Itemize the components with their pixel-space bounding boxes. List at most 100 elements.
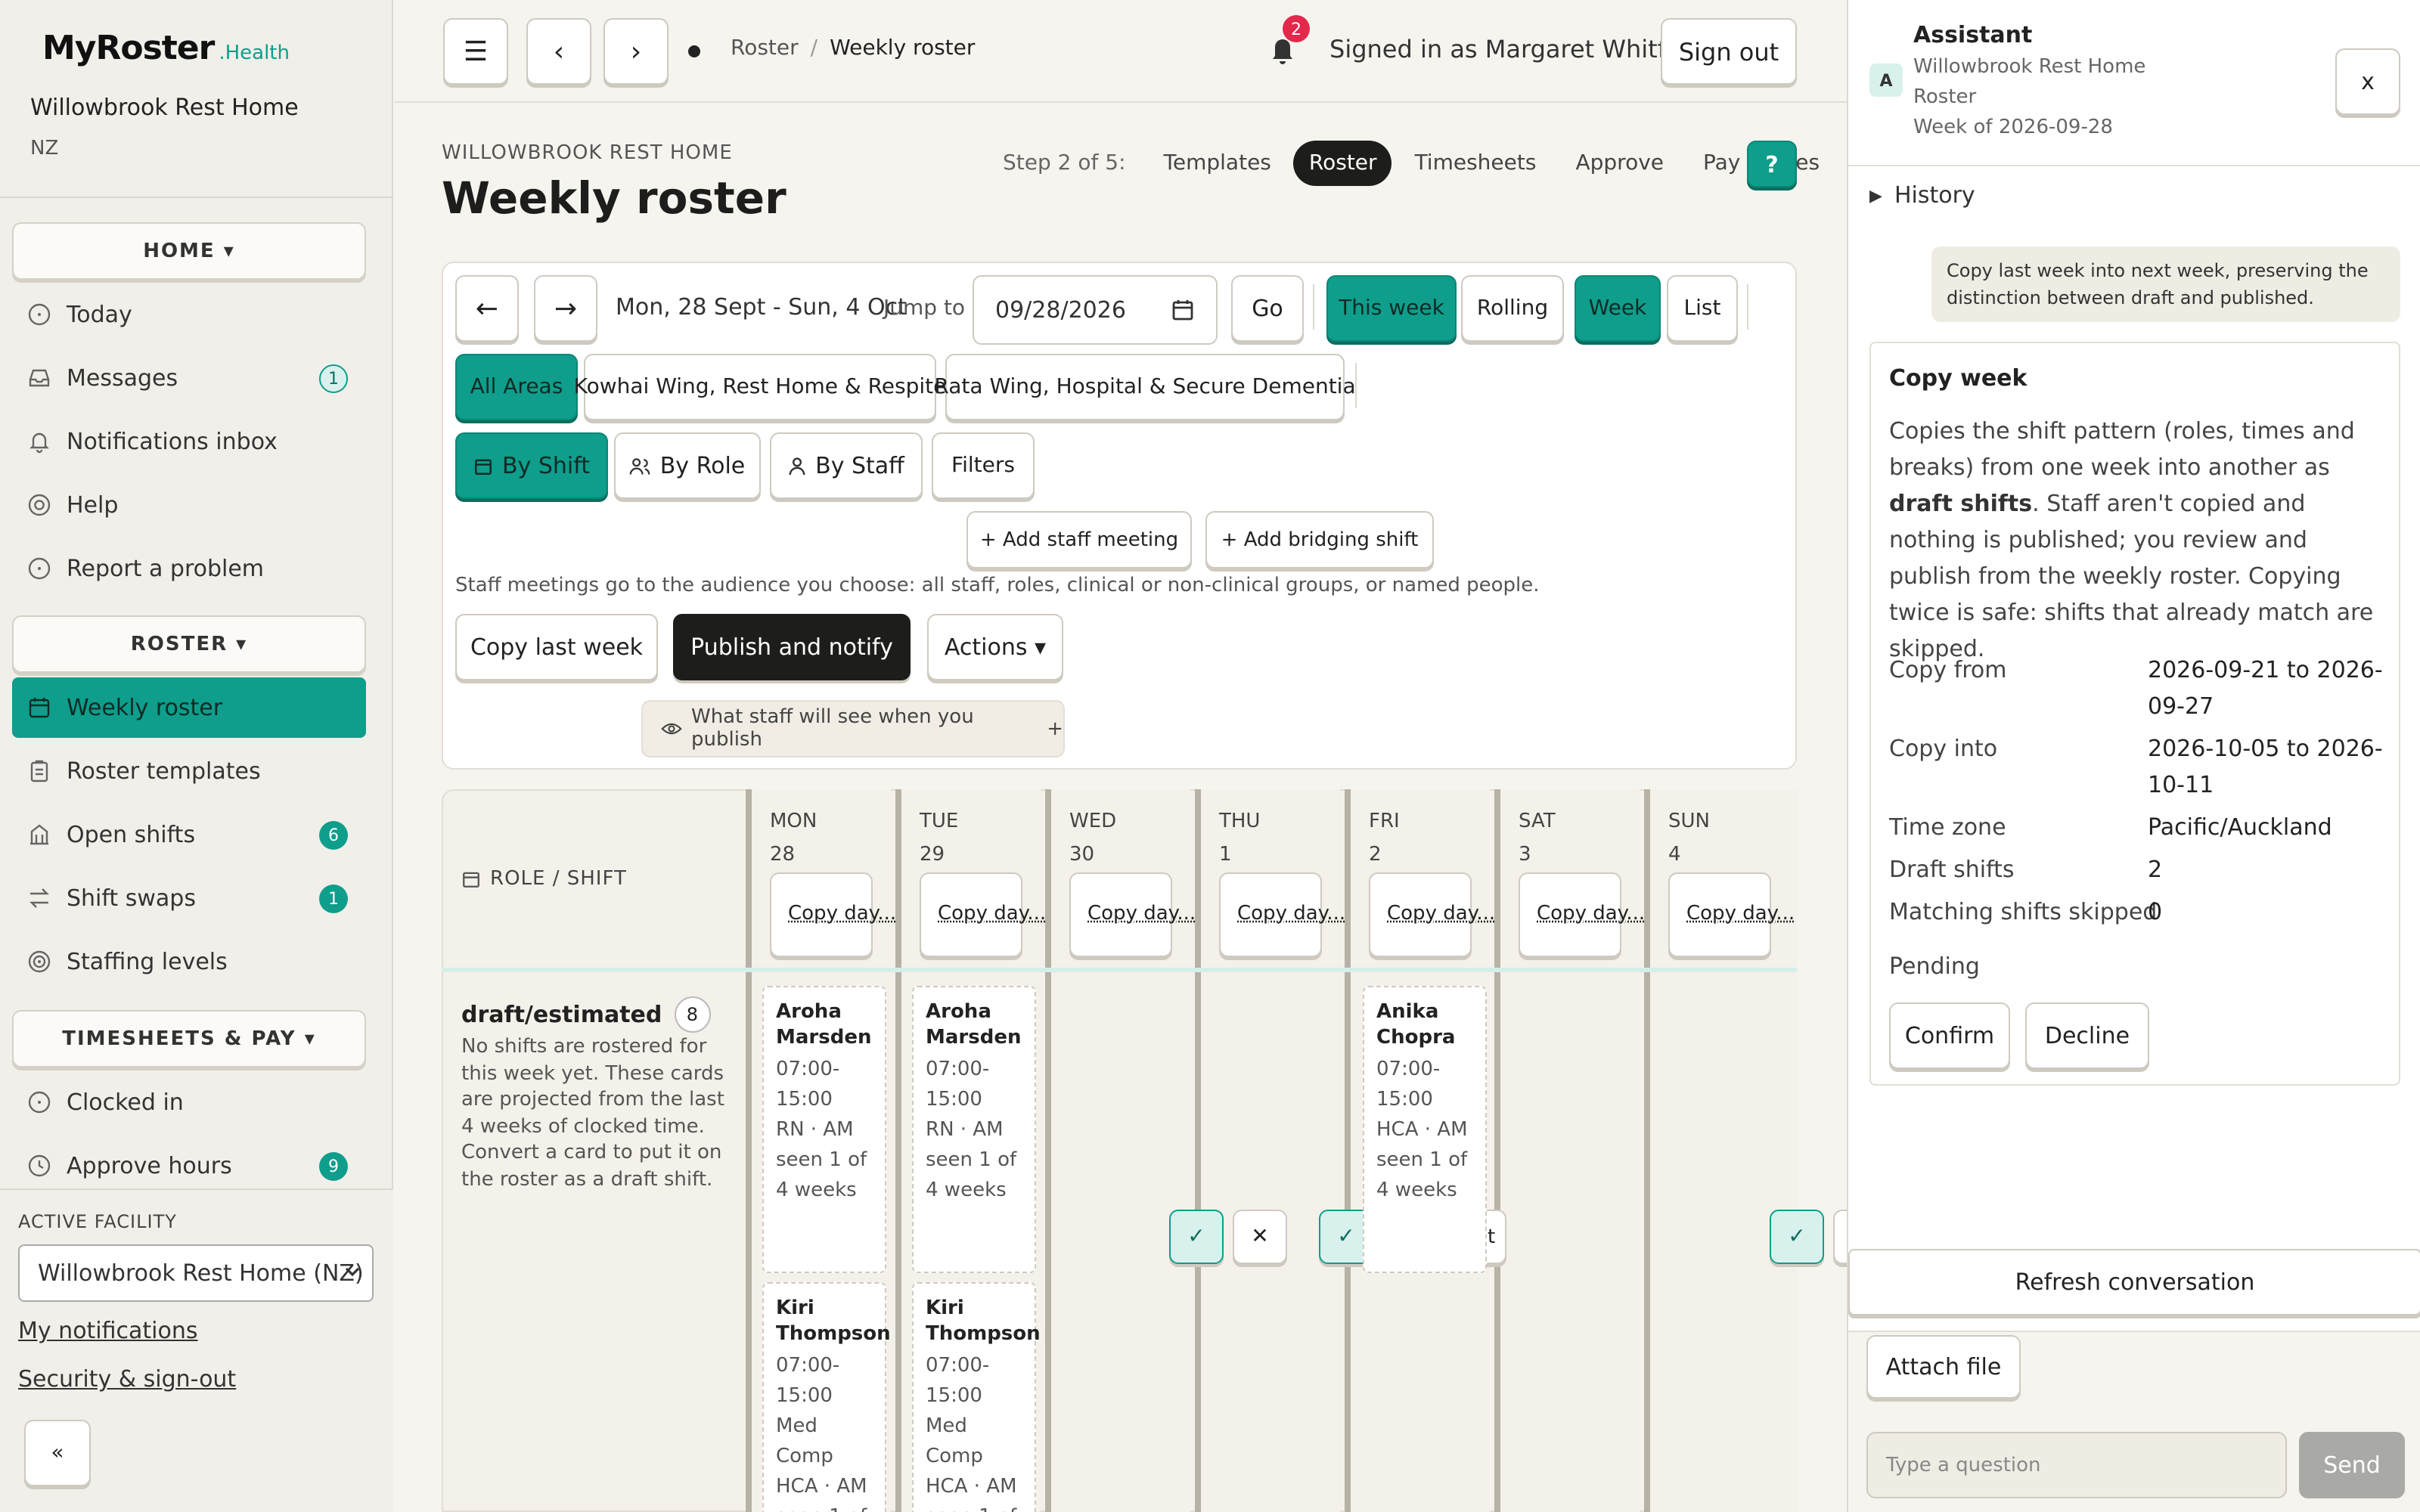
sidebar-item-report-a-problem[interactable]: Report a problem (12, 538, 366, 599)
convert-shift-button[interactable]: ✓ (1169, 1210, 1224, 1264)
copy-day-sat-button[interactable]: Copy day... (1519, 872, 1645, 957)
by-staff-label: By Staff (815, 452, 904, 479)
sidebar-item-staffing-levels[interactable]: Staffing levels (12, 931, 366, 992)
copy-day-sun-button[interactable]: Copy day... (1668, 872, 1795, 957)
brand-logo[interactable]: MyRoster .Health (42, 30, 290, 68)
copy-day-thu-button[interactable]: Copy day... (1219, 872, 1345, 957)
add-bridging-shift-button[interactable]: + Add bridging shift (1205, 511, 1434, 569)
close-assistant-button[interactable]: x (2335, 48, 2400, 115)
active-facility-select[interactable]: Willowbrook Rest Home (NZ) (18, 1244, 374, 1302)
refresh-conversation-button[interactable]: Refresh conversation (1848, 1249, 2420, 1315)
back-button[interactable]: ‹ (526, 18, 591, 85)
shift-frequency: seen 1 of 4 (926, 1503, 1022, 1512)
send-button[interactable]: Send (2299, 1432, 2405, 1498)
sidebar-item-today[interactable]: Today (12, 284, 366, 345)
sidebar-item-label: Report a problem (67, 555, 265, 582)
sidebar-item-messages[interactable]: Messages 1 (12, 348, 366, 408)
day-header-sun: SUN 4 (1668, 806, 1710, 872)
day-date: 30 (1069, 844, 1095, 866)
my-notifications-link[interactable]: My notifications (18, 1317, 198, 1344)
actions-menu-button[interactable]: Actions ▾ (927, 614, 1063, 680)
breadcrumb-roster[interactable]: Roster (731, 36, 799, 60)
dismiss-shift-button[interactable]: ✕ (1233, 1210, 1287, 1264)
sidebar-divider (0, 197, 393, 198)
sign-out-button[interactable]: Sign out (1661, 18, 1797, 85)
filters-button[interactable]: Filters (932, 432, 1035, 499)
sidebar-item-roster-templates[interactable]: Roster templates (12, 741, 366, 801)
rolling-button[interactable]: Rolling (1461, 275, 1564, 342)
roster-section-toggle[interactable]: ROSTER ▾ (12, 615, 366, 673)
area-rata-wing-button[interactable]: Rata Wing, Hospital & Secure Dementia (934, 354, 1356, 420)
question-placeholder: Type a question (1886, 1454, 2041, 1476)
copy-last-week-button[interactable]: Copy last week (455, 614, 658, 680)
copy-day-mon-button[interactable]: Copy day... (770, 872, 896, 957)
area-all-button[interactable]: All Areas (455, 354, 578, 420)
question-input[interactable]: Type a question (1866, 1432, 2287, 1498)
draft-shift-card[interactable]: Aroha Marsden 07:00-15:00 RN · AM seen 1… (912, 986, 1036, 1273)
step-roster[interactable]: Roster (1293, 141, 1392, 186)
by-staff-button[interactable]: By Staff (770, 432, 923, 499)
go-button[interactable]: Go (1231, 275, 1304, 342)
draft-row-heading: draft/estimated 8 (461, 996, 711, 1033)
step-approve[interactable]: Approve (1559, 151, 1680, 175)
convert-shift-button[interactable]: ✓ (1770, 1210, 1824, 1264)
help-button[interactable]: ? (1747, 141, 1797, 187)
publish-and-notify-button[interactable]: Publish and notify (673, 614, 911, 680)
history-label: History (1894, 181, 1975, 209)
calendar-icon[interactable] (1171, 298, 1195, 322)
draft-shift-card[interactable]: Anika Chopra 07:00-15:00 HCA · AM seen 1… (1363, 986, 1487, 1273)
history-toggle[interactable]: ▶ History (1869, 181, 1975, 209)
sidebar-item-label: Clocked in (67, 1089, 184, 1116)
shift-role: Med Comp HCA · AM (926, 1415, 1017, 1498)
this-week-button[interactable]: This week (1326, 275, 1457, 342)
assistant-title: Assistant (1913, 21, 2033, 48)
timesheets-section-toggle[interactable]: TIMESHEETS & PAY ▾ (12, 1010, 366, 1067)
security-signout-link[interactable]: Security & sign-out (18, 1365, 236, 1393)
sidebar-item-notifications-inbox[interactable]: Notifications inbox (12, 411, 366, 472)
decline-button[interactable]: Decline (2025, 1002, 2149, 1069)
shift-role: HCA · AM (1376, 1119, 1468, 1142)
sidebar-item-label: Today (67, 301, 132, 328)
draft-shift-card[interactable]: Kiri Thompson 07:00-15:00 Med Comp HCA ·… (762, 1282, 891, 1512)
menu-button[interactable]: ☰ (443, 18, 508, 85)
sidebar-item-help[interactable]: Help (12, 475, 366, 535)
top-bar: ☰ ‹ › Roster / Weekly roster 2 Signed in… (395, 0, 1847, 103)
step-templates[interactable]: Templates (1147, 151, 1288, 175)
sidebar-item-shift-swaps[interactable]: Shift swaps 1 (12, 868, 366, 928)
sidebar-item-label: Weekly roster (67, 694, 223, 721)
collapse-sidebar-button[interactable]: « (24, 1420, 91, 1486)
area-kowhai-wing-button[interactable]: Kowhai Wing, Rest Home & Respite (574, 354, 946, 420)
shift-time: 07:00-15:00 (926, 1355, 990, 1408)
sidebar-item-weekly-roster[interactable]: Weekly roster (12, 677, 366, 738)
copy-day-tue-button[interactable]: Copy day... (920, 872, 1046, 957)
assistant-panel: A Assistant Willowbrook Rest Home Roster… (1847, 0, 2420, 1512)
previous-week-button[interactable]: ← (455, 275, 519, 342)
draft-shift-card[interactable]: Aroha Marsden 07:00-15:00 RN · AM seen 1… (762, 986, 886, 1273)
copy-day-label: Copy day... (1686, 903, 1795, 925)
next-week-button[interactable]: → (534, 275, 597, 342)
notification-count-badge: 2 (1283, 15, 1310, 42)
add-staff-meeting-button[interactable]: + Add staff meeting (966, 511, 1192, 569)
copy-day-wed-button[interactable]: Copy day... (1069, 872, 1196, 957)
list-view-button[interactable]: List (1667, 275, 1738, 342)
notifications-button[interactable]: 2 (1267, 15, 1310, 70)
home-section-toggle[interactable]: HOME ▾ (12, 222, 366, 280)
facility-name: Willowbrook Rest Home (30, 94, 299, 121)
sidebar-item-approve-hours[interactable]: Approve hours 9 (12, 1136, 366, 1196)
by-role-label: By Role (659, 452, 746, 479)
week-view-button[interactable]: Week (1575, 275, 1661, 342)
attach-file-button[interactable]: Attach file (1866, 1335, 2021, 1399)
description-emphasis: draft shifts (1889, 490, 2033, 517)
sidebar-item-open-shifts[interactable]: Open shifts 6 (12, 804, 366, 865)
sidebar-item-clocked-in[interactable]: Clocked in (12, 1072, 366, 1132)
confirm-button[interactable]: Confirm (1889, 1002, 2010, 1069)
by-shift-button[interactable]: By Shift (455, 432, 608, 499)
step-timesheets[interactable]: Timesheets (1398, 151, 1553, 175)
forward-button[interactable]: › (603, 18, 669, 85)
draft-shift-card[interactable]: Kiri Thompson 07:00-15:00 Med Comp HCA ·… (912, 1282, 1041, 1512)
by-role-button[interactable]: By Role (614, 432, 761, 499)
copy-day-fri-button[interactable]: Copy day... (1369, 872, 1495, 957)
publish-preview-toggle[interactable]: What staff will see when you publish + (641, 700, 1065, 758)
status-dot (688, 45, 700, 57)
jump-date-input[interactable]: 09/28/2026 (973, 275, 1218, 345)
